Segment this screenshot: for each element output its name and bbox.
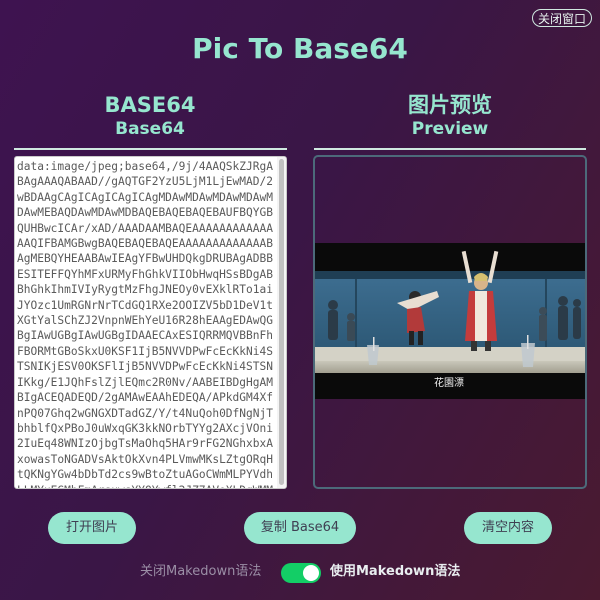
base64-panel-header: BASE64 Base64: [14, 92, 286, 140]
close-window-button[interactable]: 关闭窗口: [531, 9, 592, 27]
base64-textarea[interactable]: data:image/jpeg;base64,/9j/4AAQSkZJRgABA…: [14, 156, 287, 489]
preview-panel-header: 图片预览 Preview: [314, 92, 586, 140]
markdown-off-label[interactable]: 关闭Makedown语法: [140, 564, 261, 580]
base64-scrollbar[interactable]: [277, 157, 286, 488]
base64-heading: BASE64: [104, 93, 196, 117]
preview-subheading: Preview: [411, 119, 489, 139]
base64-subheading: Base64: [115, 119, 185, 139]
preview-divider: [314, 148, 586, 150]
markdown-toggle-switch[interactable]: [281, 563, 321, 583]
image-preview-box: 花園漂: [313, 155, 587, 489]
toggle-knob: [303, 565, 319, 581]
preview-caption: 花園漂: [434, 376, 464, 389]
base64-divider: [14, 148, 287, 150]
preview-image: 花園漂: [315, 243, 585, 399]
clear-content-button[interactable]: 清空内容: [464, 512, 552, 544]
open-image-button[interactable]: 打开图片: [48, 512, 136, 544]
copy-base64-button[interactable]: 复制 Base64: [244, 512, 356, 544]
markdown-toggle-row: 关闭Makedown语法 使用Makedown语法: [0, 561, 600, 583]
app-title: Pic To Base64: [192, 32, 408, 65]
scrollbar-thumb[interactable]: [279, 159, 284, 485]
markdown-on-label[interactable]: 使用Makedown语法: [330, 564, 460, 580]
preview-heading: 图片预览: [408, 93, 492, 117]
base64-text: data:image/jpeg;base64,/9j/4AAQSkZJRgABA…: [17, 160, 273, 488]
